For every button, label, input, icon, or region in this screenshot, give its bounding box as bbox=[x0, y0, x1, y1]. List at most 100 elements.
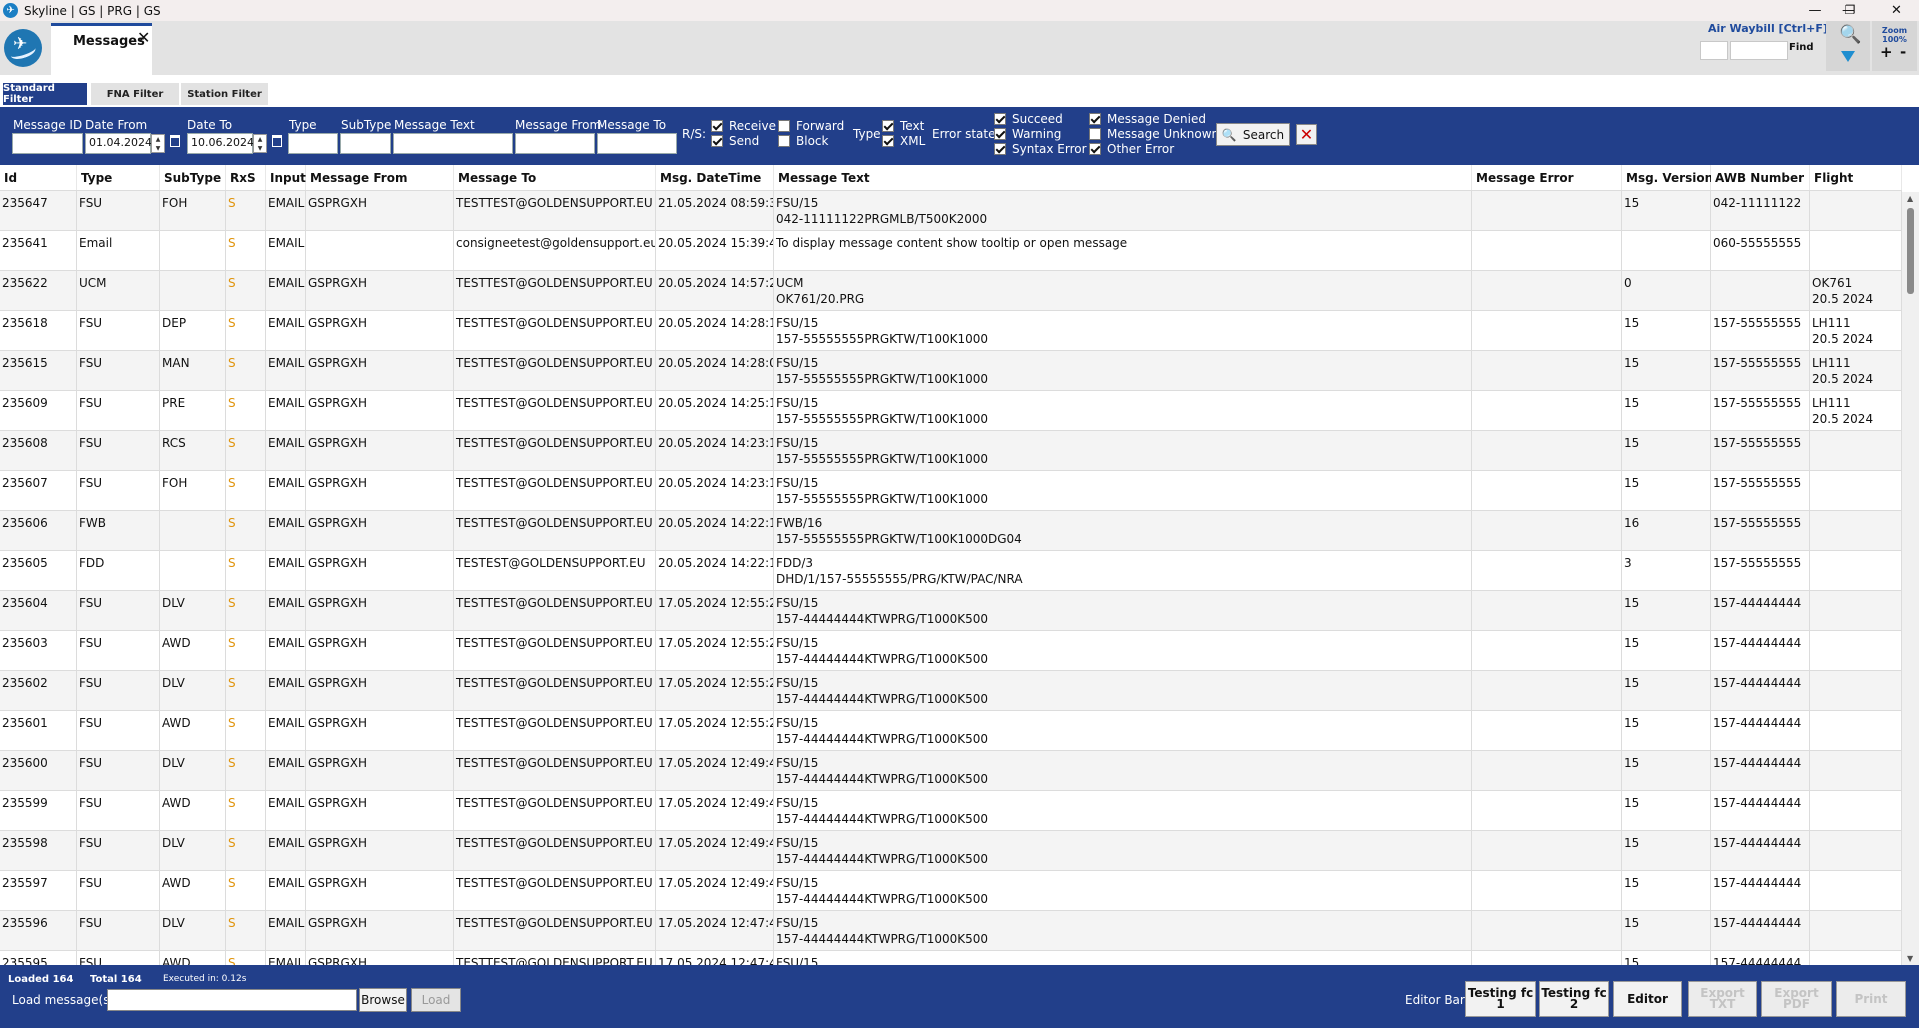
table-row[interactable]: 235641 Email S EMAIL consigneetest@goldensup… bbox=[0, 230, 1902, 270]
syntax-error-checkbox[interactable]: Syntax Error bbox=[994, 142, 1087, 156]
cell-text: UCM bbox=[776, 276, 804, 290]
table-row[interactable]: 235618 FSU DEP S EMAIL GSPRGXH TESTTEST@GOLDEN… bbox=[0, 310, 1902, 350]
cell-text: TESTTEST@GOLDENSUPPORT.EU bbox=[456, 836, 653, 850]
tab-fna-filter[interactable]: FNA Filter bbox=[91, 83, 179, 105]
table-row[interactable]: 235622 UCM S EMAIL GSPRGXH TESTTEST@GOLDENSUP… bbox=[0, 270, 1902, 310]
awb-prefix-input[interactable] bbox=[1700, 41, 1728, 60]
search-button[interactable]: 🔍 Search bbox=[1216, 123, 1290, 146]
column-header-err[interactable]: Message Error bbox=[1472, 165, 1622, 190]
message-unknown-checkbox[interactable]: Message Unknown bbox=[1089, 127, 1219, 141]
text-checkbox[interactable]: Text bbox=[882, 119, 924, 133]
other-error-checkbox[interactable]: Other Error bbox=[1089, 142, 1174, 156]
cell-text: 157-44444444 bbox=[1713, 716, 1802, 730]
column-header-rxs[interactable]: RxS bbox=[226, 165, 266, 190]
scroll-thumb[interactable] bbox=[1907, 208, 1914, 294]
table-row[interactable]: 235596 FSU DLV S EMAIL GSPRGXH TESTTEST@GOLDEN… bbox=[0, 910, 1902, 950]
column-header-text[interactable]: Message Text bbox=[774, 165, 1472, 190]
message-from-input[interactable] bbox=[515, 133, 595, 154]
cell-to: TESTEST@GOLDENSUPPORT.EU bbox=[454, 551, 656, 590]
table-row[interactable]: 235604 FSU DLV S EMAIL GSPRGXH TESTTEST@GOLDEN… bbox=[0, 590, 1902, 630]
column-header-from[interactable]: Message From bbox=[306, 165, 454, 190]
testing-fc1-button[interactable]: Testing fc 1 bbox=[1465, 981, 1536, 1017]
zoom-out-button[interactable]: - bbox=[1900, 43, 1906, 61]
load-messages-input[interactable] bbox=[107, 989, 357, 1011]
date-to-input[interactable]: 10.06.2024 bbox=[187, 133, 254, 154]
type-input[interactable] bbox=[288, 133, 338, 154]
scroll-up-icon[interactable]: ▲ bbox=[1907, 194, 1913, 203]
tab-messages[interactable]: Messages ✕ bbox=[51, 23, 152, 75]
table-row[interactable]: 235601 FSU AWD S EMAIL GSPRGXH TESTTEST@GOLDEN… bbox=[0, 710, 1902, 750]
table-row[interactable]: 235595 FSU AWD S EMAIL GSPRGXH TESTTEST@GOLDEN… bbox=[0, 950, 1902, 965]
message-to-input[interactable] bbox=[597, 133, 677, 154]
export-txt-button[interactable]: Export TXT bbox=[1688, 981, 1757, 1017]
table-row[interactable]: 235599 FSU AWD S EMAIL GSPRGXH TESTTEST@GOLDEN… bbox=[0, 790, 1902, 830]
table-row[interactable]: 235602 FSU DLV S EMAIL GSPRGXH TESTTEST@GOLDEN… bbox=[0, 670, 1902, 710]
cell-text: 157-44444444 bbox=[1713, 636, 1802, 650]
restore-button[interactable]: ❐ bbox=[1830, 0, 1870, 21]
table-row[interactable]: 235600 FSU DLV S EMAIL GSPRGXH TESTTEST@GOLDEN… bbox=[0, 750, 1902, 790]
table-row[interactable]: 235609 FSU PRE S EMAIL GSPRGXH TESTTEST@GOLDEN… bbox=[0, 390, 1902, 430]
cell-id: 235598 bbox=[0, 831, 77, 870]
column-header-sub[interactable]: SubType bbox=[160, 165, 226, 190]
scroll-down-icon[interactable]: ▼ bbox=[1907, 954, 1913, 963]
date-to-spinner[interactable]: ▲ ▼ bbox=[253, 134, 267, 153]
message-text-input[interactable] bbox=[393, 133, 513, 154]
receive-checkbox[interactable]: Receive bbox=[711, 119, 776, 133]
date-from-calendar-icon[interactable] bbox=[170, 135, 180, 147]
cell-id: 235608 bbox=[0, 431, 77, 470]
table-row[interactable]: 235606 FWB S EMAIL GSPRGXH TESTTEST@GOLDENSUP… bbox=[0, 510, 1902, 550]
load-button[interactable]: Load bbox=[411, 988, 461, 1012]
date-to-calendar-icon[interactable] bbox=[272, 135, 282, 147]
column-header-type[interactable]: Type bbox=[77, 165, 160, 190]
minimize-button-2[interactable]: — bbox=[1795, 0, 1835, 21]
column-header-flight[interactable]: Flight bbox=[1810, 165, 1902, 190]
cell-text: 157-55555555 bbox=[1713, 476, 1802, 490]
column-header-dt[interactable]: Msg. DateTime bbox=[656, 165, 774, 190]
clear-filter-button[interactable]: ✕ bbox=[1296, 124, 1317, 145]
column-header-id[interactable]: Id bbox=[0, 165, 77, 190]
cell-text: S bbox=[228, 596, 236, 610]
send-checkbox[interactable]: Send bbox=[711, 134, 759, 148]
close-window-button[interactable]: ✕ bbox=[1874, 0, 1919, 21]
print-button[interactable]: Print bbox=[1836, 981, 1906, 1017]
zoom-in-button[interactable]: + bbox=[1880, 43, 1893, 61]
testing-fc2-button[interactable]: Testing fc 2 bbox=[1539, 981, 1609, 1017]
tab-station-filter[interactable]: Station Filter bbox=[181, 83, 268, 105]
vertical-scrollbar[interactable]: ▲ ▼ bbox=[1902, 192, 1919, 965]
table-row[interactable]: 235615 FSU MAN S EMAIL GSPRGXH TESTTEST@GOLDEN… bbox=[0, 350, 1902, 390]
table-row[interactable]: 235597 FSU AWD S EMAIL GSPRGXH TESTTEST@GOLDEN… bbox=[0, 870, 1902, 910]
cell-ver: 15 bbox=[1622, 191, 1711, 230]
close-tab-icon[interactable]: ✕ bbox=[137, 28, 150, 47]
table-row[interactable]: 235598 FSU DLV S EMAIL GSPRGXH TESTTEST@GOLDEN… bbox=[0, 830, 1902, 870]
column-header-awb[interactable]: AWB Number bbox=[1711, 165, 1810, 190]
editor-button[interactable]: Editor bbox=[1613, 981, 1682, 1017]
tab-standard-filter[interactable]: Standard Filter bbox=[3, 83, 87, 105]
date-from-spinner[interactable]: ▲ ▼ bbox=[151, 134, 165, 153]
message-id-input[interactable] bbox=[12, 133, 83, 154]
cell-text: TESTTEST@GOLDENSUPPORT.EU bbox=[456, 916, 653, 930]
browse-button[interactable]: Browse bbox=[359, 988, 407, 1012]
table-row[interactable]: 235603 FSU AWD S EMAIL GSPRGXH TESTTEST@GOLDEN… bbox=[0, 630, 1902, 670]
search-dropdown-button[interactable]: 🔍 bbox=[1826, 21, 1870, 71]
filter-tabs: Standard Filter FNA Filter Station Filte… bbox=[0, 75, 1919, 107]
cell-text: FSU/15 157-44444444KTWPRG/T1000K500 bbox=[774, 831, 1472, 870]
column-header-input[interactable]: Input bbox=[266, 165, 306, 190]
table-row[interactable]: 235607 FSU FOH S EMAIL GSPRGXH TESTTEST@GOLDEN… bbox=[0, 470, 1902, 510]
table-row[interactable]: 235608 FSU RCS S EMAIL GSPRGXH TESTTEST@GOLDEN… bbox=[0, 430, 1902, 470]
table-row[interactable]: 235605 FDD S EMAIL GSPRGXH TESTEST@GOLDENSUPP… bbox=[0, 550, 1902, 590]
cell-from: GSPRGXH bbox=[306, 471, 454, 510]
xml-checkbox[interactable]: XML bbox=[882, 134, 925, 148]
warning-checkbox[interactable]: Warning bbox=[994, 127, 1061, 141]
column-header-to[interactable]: Message To bbox=[454, 165, 656, 190]
date-from-input[interactable]: 01.04.2024 bbox=[85, 133, 152, 154]
awb-number-input[interactable] bbox=[1730, 41, 1788, 60]
block-checkbox[interactable]: Block bbox=[778, 134, 828, 148]
export-pdf-button[interactable]: Export PDF bbox=[1761, 981, 1832, 1017]
subtype-input[interactable] bbox=[340, 133, 391, 154]
succeed-checkbox[interactable]: Succeed bbox=[994, 112, 1063, 126]
message-denied-checkbox[interactable]: Message Denied bbox=[1089, 112, 1206, 126]
find-button[interactable]: Find bbox=[1789, 42, 1814, 53]
forward-checkbox[interactable]: Forward bbox=[778, 119, 844, 133]
column-header-ver[interactable]: Msg. Version bbox=[1622, 165, 1713, 190]
table-row[interactable]: 235647 FSU FOH S EMAIL GSPRGXH TESTTEST@GOLDEN… bbox=[0, 190, 1902, 230]
